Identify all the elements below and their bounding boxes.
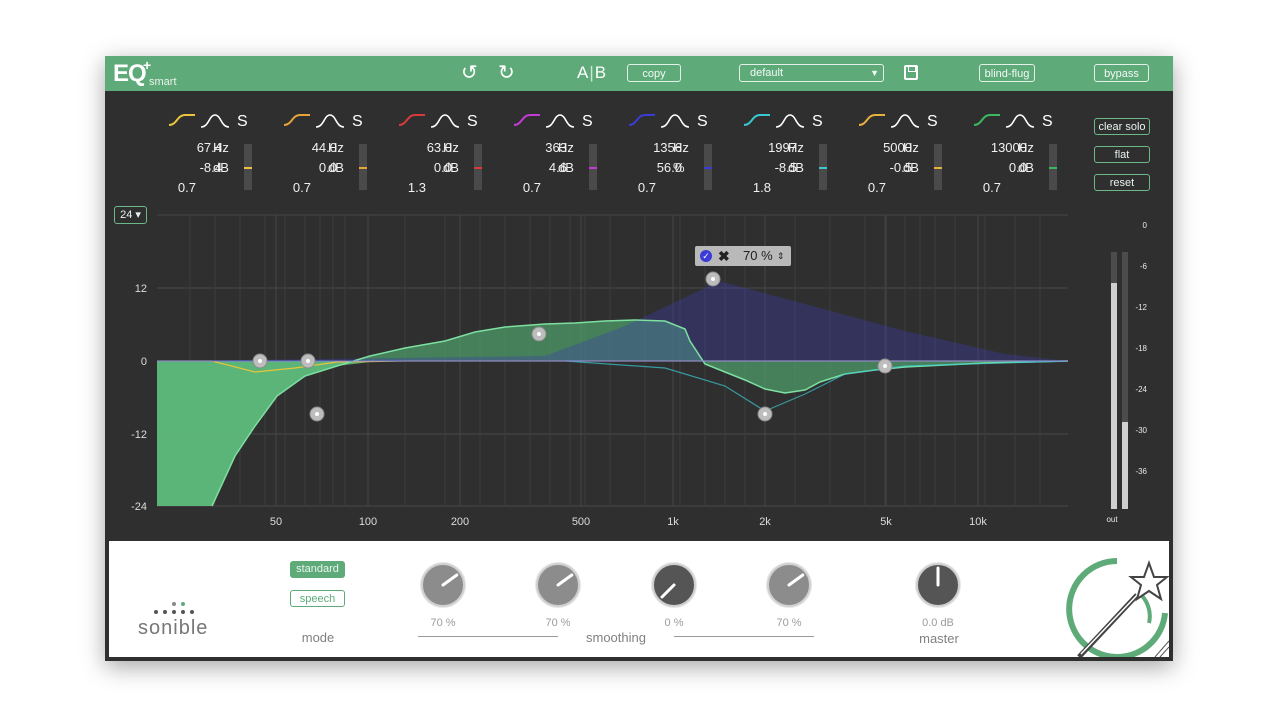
bottom-panel: sonible standard speech mode 70 % 70 % 0 %… [109,541,1169,657]
eq-plugin-window: EQ + smart ↺ ↻ A|B copy default ▼ blind-… [105,56,1173,661]
smoothing-value-2: 70 % [545,617,571,629]
master-knob[interactable] [913,560,963,610]
sonible-dots-icon [154,602,194,616]
band-node-center [258,359,262,363]
smoothing-knob-1[interactable] [418,560,468,610]
band-node-center [883,364,887,368]
master-value: 0.0 dB [922,617,954,629]
smoothing-line-right [674,636,814,637]
smoothing-knob-3[interactable] [649,560,699,610]
spinner-icon[interactable]: ⇕ [777,246,785,266]
meter-tick-label: 0 [1142,221,1147,230]
band-node-center [763,412,767,416]
mode-speech-button[interactable]: speech [290,590,345,607]
check-icon[interactable]: ✓ [700,250,712,262]
smoothing-line-left [418,636,558,637]
output-meter-right [1122,252,1128,509]
band-node-center [306,359,310,363]
freq-tick-label: 50 [270,516,282,528]
popup-value[interactable]: 70 % [743,246,773,266]
output-meter-right-fill [1122,421,1128,509]
freq-tick-label: 2k [759,516,771,528]
smoothing-value-3: 0 % [664,617,684,629]
db-tick-label: 0 [141,356,147,368]
freq-tick-label: 200 [451,516,469,528]
meter-label: out [1106,515,1118,524]
freq-tick-label: 1k [667,516,679,528]
db-tick-label: 12 [135,283,147,295]
master-label: master [919,631,959,646]
freq-tick-label: 500 [572,516,590,528]
freq-tick-label: 100 [359,516,377,528]
smoothing-value-4: 70 % [776,617,802,629]
freq-tick-label: 10k [969,516,987,528]
band-edit-popup: ✓ ✖ 70 % ⇕ [695,246,791,266]
smoothing-value-1: 70 % [430,617,456,629]
smoothing-knob-4[interactable] [764,560,814,610]
mode-label: mode [301,630,335,645]
freq-tick-label: 5k [880,516,892,528]
sonible-logo: sonible [138,617,209,639]
output-meter-left [1111,252,1117,509]
db-tick-label: -12 [131,429,147,441]
band-node-center [537,332,541,336]
eq-graph[interactable]: 12 0 -12 -24 50 100 200 500 1k 2k 5k 10k [105,56,1173,541]
db-tick-label: -24 [131,501,147,513]
band-node-center [711,277,715,281]
smoothing-label: smoothing [586,630,646,645]
output-meter-left-fill [1111,282,1117,509]
smart-wand-icon[interactable] [1059,553,1169,657]
band-node-center [315,412,319,416]
close-icon[interactable]: ✖ [718,246,730,266]
smoothing-knob-2[interactable] [533,560,583,610]
mode-standard-button[interactable]: standard [290,561,345,578]
